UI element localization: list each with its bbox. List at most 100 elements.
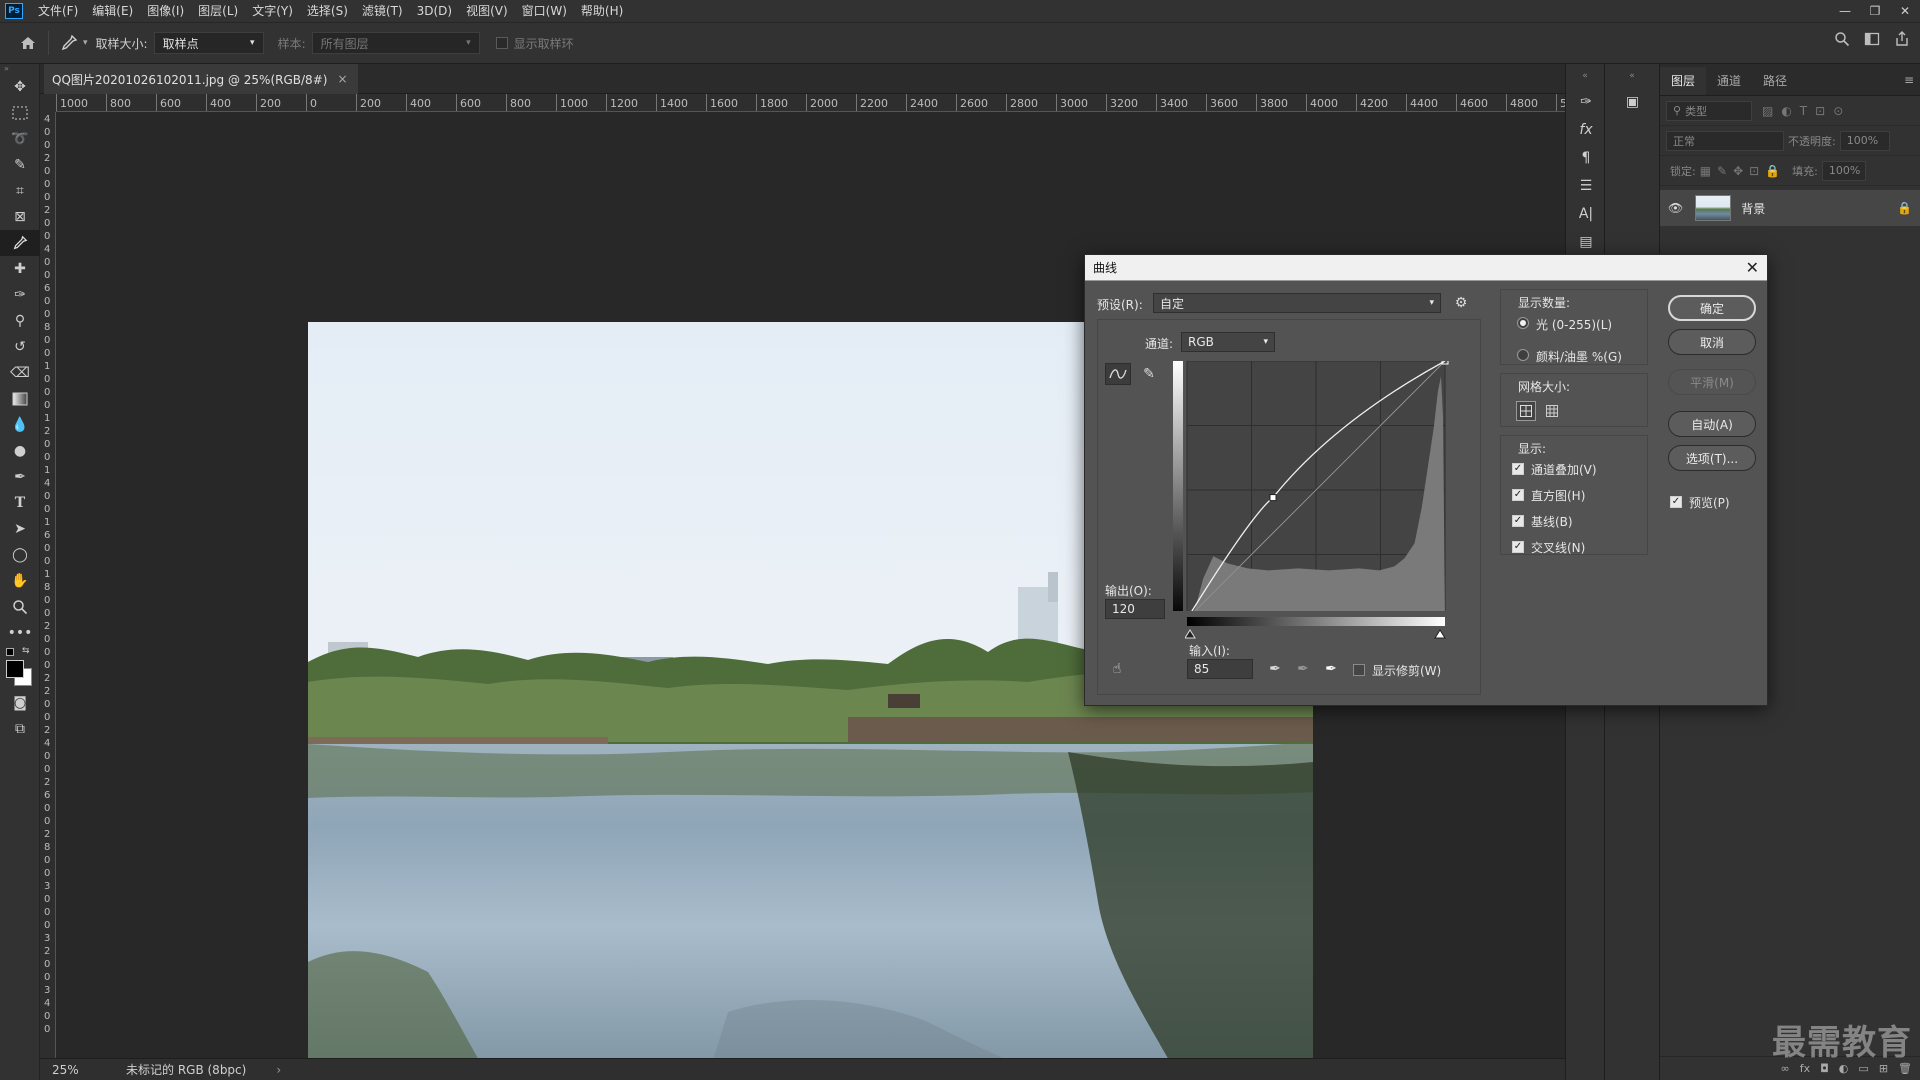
sample-select[interactable]: 所有图层 ▾	[311, 32, 480, 54]
screen-mode-icon[interactable]: ⧉	[0, 716, 40, 742]
channel-select[interactable]: RGB ▾	[1181, 332, 1275, 352]
ok-button[interactable]: 确定	[1668, 295, 1756, 321]
channel-overlay-checkbox[interactable]: ✓	[1512, 463, 1524, 475]
baseline-checkbox[interactable]: ✓	[1512, 515, 1524, 527]
histogram-checkbox[interactable]: ✓	[1512, 489, 1524, 501]
preset-select[interactable]: 自定 ▾	[1153, 293, 1441, 313]
document-tab[interactable]: QQ图片20201026102011.jpg @ 25%(RGB/8#) ×	[44, 64, 358, 94]
menu-type[interactable]: 文字(Y)	[245, 0, 300, 22]
curve-graph[interactable]	[1173, 361, 1453, 611]
lasso-tool-icon[interactable]: ➰	[0, 126, 40, 152]
on-image-adjust-icon[interactable]: ☝	[1107, 659, 1127, 679]
output-field[interactable]: 120	[1105, 599, 1165, 619]
close-tab-icon[interactable]: ×	[337, 72, 347, 86]
menu-3d[interactable]: 3D(D)	[410, 0, 459, 22]
pigment-radio[interactable]	[1517, 349, 1529, 361]
fill-field[interactable]: 100%	[1821, 160, 1866, 181]
dodge-tool-icon[interactable]: ●	[0, 438, 40, 464]
cancel-button[interactable]: 取消	[1668, 329, 1756, 355]
auto-button[interactable]: 自动(A)	[1668, 411, 1756, 437]
grid-detailed-icon[interactable]	[1542, 401, 1562, 421]
history-brush-tool-icon[interactable]: ↺	[0, 334, 40, 360]
restore-button[interactable]: ❐	[1860, 0, 1890, 22]
color-swatches[interactable]: ⇆	[0, 646, 39, 690]
visibility-eye-icon[interactable]: 👁	[1668, 201, 1683, 215]
path-selection-tool-icon[interactable]: ➤	[0, 516, 40, 542]
tab-channels[interactable]: 通道	[1706, 67, 1752, 95]
eyedropper-tool-icon[interactable]	[0, 230, 40, 256]
properties-icon[interactable]: ▤	[1566, 228, 1606, 256]
blur-tool-icon[interactable]: 💧	[0, 412, 40, 438]
move-tool-icon[interactable]: ✥	[0, 74, 40, 100]
light-radio[interactable]	[1517, 317, 1529, 329]
menu-image[interactable]: 图像(I)	[140, 0, 191, 22]
healing-brush-tool-icon[interactable]: ✚	[0, 256, 40, 282]
menu-filter[interactable]: 滤镜(T)	[355, 0, 410, 22]
paragraph-icon[interactable]: ¶	[1566, 144, 1606, 172]
type-tool-icon[interactable]: T	[0, 490, 40, 516]
status-arrow-icon[interactable]: ›	[276, 1063, 281, 1077]
lock-icons[interactable]: ▦✎✥⊡🔒	[1700, 164, 1786, 178]
tool-preset-chevron-icon[interactable]: ▾	[83, 38, 88, 48]
opacity-field[interactable]: 100%	[1839, 130, 1890, 151]
curve-edit-icon[interactable]	[1105, 363, 1131, 385]
collapse-arrows-icon[interactable]: «	[1566, 64, 1604, 88]
menu-layer[interactable]: 图层(L)	[191, 0, 245, 22]
eyedropper-tool-icon[interactable]	[55, 29, 83, 57]
grid-simple-icon[interactable]	[1516, 401, 1536, 421]
quick-mask-icon[interactable]: ◙	[0, 690, 40, 716]
ruler-origin[interactable]	[40, 94, 56, 112]
layer-row-background[interactable]: 👁 背景 🔒	[1660, 190, 1920, 226]
tab-paths[interactable]: 路径	[1752, 67, 1798, 95]
eraser-tool-icon[interactable]: ⌫	[0, 360, 40, 386]
character-icon[interactable]: A|	[1566, 200, 1606, 228]
horizontal-ruler[interactable]: 1000 800 600 400 200 0 200 400 600 800 1000 1200 140…	[56, 94, 1565, 112]
default-colors-icon[interactable]	[6, 648, 14, 656]
menu-edit[interactable]: 编辑(E)	[85, 0, 140, 22]
gradient-tool-icon[interactable]	[0, 386, 40, 412]
smooth-button[interactable]: 平滑(M)	[1668, 369, 1756, 395]
menu-select[interactable]: 选择(S)	[300, 0, 355, 22]
collapse-arrows-icon[interactable]: »	[0, 64, 39, 74]
swap-colors-icon[interactable]: ⇆	[22, 646, 30, 656]
preview-checkbox[interactable]: ✓	[1670, 496, 1682, 508]
zoom-tool-icon[interactable]	[0, 594, 40, 620]
white-eyedropper-icon[interactable]: ✒	[1321, 659, 1341, 679]
input-gradient-bar[interactable]	[1185, 617, 1447, 639]
ellipse-tool-icon[interactable]: ◯	[0, 542, 40, 568]
panel-menu-icon[interactable]: ≡	[1904, 73, 1914, 87]
hand-tool-icon[interactable]: ✋	[0, 568, 40, 594]
zoom-level[interactable]: 25%	[52, 1063, 102, 1077]
menu-view[interactable]: 视图(V)	[459, 0, 515, 22]
intersection-checkbox[interactable]: ✓	[1512, 541, 1524, 553]
black-eyedropper-icon[interactable]: ✒	[1265, 659, 1285, 679]
close-icon[interactable]: ✕	[1746, 258, 1759, 277]
collapse-arrows-icon[interactable]: «	[1605, 64, 1659, 88]
close-window-button[interactable]: ✕	[1890, 0, 1920, 22]
blend-mode-select[interactable]: 正常	[1666, 130, 1784, 151]
share-icon[interactable]	[1894, 31, 1910, 50]
gray-eyedropper-icon[interactable]: ✒	[1293, 659, 1313, 679]
pencil-icon[interactable]: ✎	[1137, 363, 1161, 385]
color-panel-icon[interactable]: ▣	[1605, 88, 1660, 116]
styles-icon[interactable]: fx	[1566, 116, 1606, 144]
clone-stamp-tool-icon[interactable]: ⚲	[0, 308, 40, 334]
crop-tool-icon[interactable]: ⌗	[0, 178, 40, 204]
show-ring-checkbox[interactable]	[495, 37, 508, 49]
adjustments-icon[interactable]: ☰	[1566, 172, 1606, 200]
options-button[interactable]: 选项(T)...	[1668, 445, 1756, 471]
show-clipping-checkbox[interactable]	[1353, 664, 1365, 676]
marquee-tool-icon[interactable]	[0, 100, 40, 126]
menu-help[interactable]: 帮助(H)	[574, 0, 630, 22]
quick-selection-tool-icon[interactable]: ✎	[0, 152, 40, 178]
filter-type-icons[interactable]: ▨◐T⊡⊙	[1762, 104, 1851, 118]
minimize-button[interactable]: —	[1830, 0, 1860, 22]
search-icon[interactable]	[1834, 31, 1850, 50]
gear-icon[interactable]: ⚙	[1451, 293, 1471, 313]
frame-tool-icon[interactable]: ⊠	[0, 204, 40, 230]
layer-filter-select[interactable]: ⚲ 类型	[1666, 100, 1752, 121]
foreground-color-swatch[interactable]	[6, 660, 24, 678]
sample-size-select[interactable]: 取样点 ▾	[153, 32, 264, 54]
home-icon[interactable]	[14, 29, 42, 57]
menu-file[interactable]: 文件(F)	[31, 0, 85, 22]
